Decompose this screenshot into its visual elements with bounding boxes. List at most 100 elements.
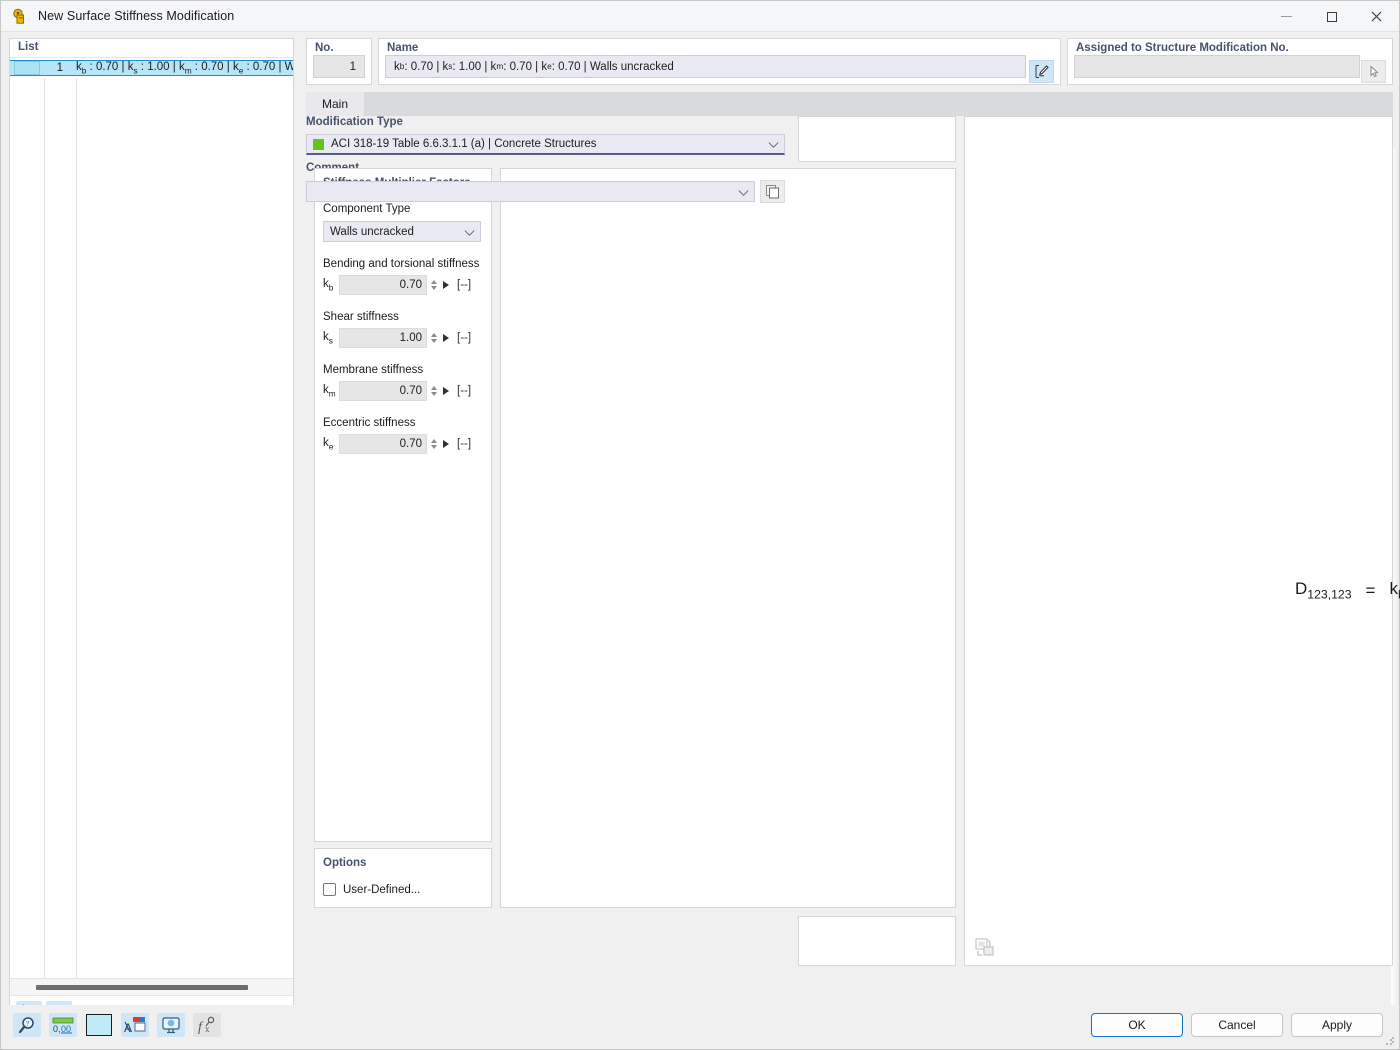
factor-symbol: kb: [323, 277, 334, 293]
decimal-places-button[interactable]: 0, 00: [49, 1013, 77, 1037]
factor-symbol: ks: [323, 330, 333, 346]
bending-stiffness-stepper[interactable]: [428, 275, 440, 295]
comment-side-panel: [798, 916, 956, 966]
dialog-buttons: OK Cancel Apply: [1083, 1013, 1383, 1037]
number-label: No.: [315, 42, 334, 54]
comment-value: [307, 184, 313, 196]
factor-label: Bending and torsional stiffness: [323, 258, 480, 270]
bending-stiffness-input[interactable]: 0.70: [339, 275, 427, 295]
membrane-stiffness-stepper[interactable]: [428, 381, 440, 401]
list-horizontal-scrollbar[interactable]: [10, 978, 293, 995]
user-defined-checkbox[interactable]: [323, 883, 336, 896]
window-controls: [1264, 1, 1399, 32]
color-swatch[interactable]: [86, 1014, 112, 1036]
eccentric-stiffness-more-icon[interactable]: [443, 440, 449, 448]
factor-group-bending: Bending and torsional stiffness kb 0.70 …: [323, 258, 481, 295]
formula-panel: D123,123 0 D123,678 D45,45 0 sym. D678,6…: [964, 116, 1400, 966]
list-header-label: List: [18, 41, 39, 53]
ok-button[interactable]: OK: [1091, 1013, 1183, 1037]
modification-type-label: Modification Type: [306, 116, 403, 128]
options-title: Options: [323, 857, 367, 869]
svg-text:f: f: [198, 1020, 204, 1034]
component-type-label: Component Type: [323, 203, 411, 215]
dialog-body: List 1 kb : 0.70 | ks : 1.00 | km : 0.70…: [1, 32, 1400, 1049]
resize-grip[interactable]: [1385, 1036, 1395, 1046]
user-defined-row[interactable]: User-Defined...: [323, 883, 481, 896]
factor-label: Membrane stiffness: [323, 364, 424, 376]
scrollbar-thumb[interactable]: [36, 984, 248, 990]
assigned-card: Assigned to Structure Modification No.: [1067, 38, 1393, 85]
modification-type-value: ACI 318-19 Table 6.6.3.1.1 (a) | Concret…: [331, 138, 597, 150]
chevron-down-icon: [738, 185, 749, 196]
membrane-stiffness-more-icon[interactable]: [443, 387, 449, 395]
list-area[interactable]: 1 kb : 0.70 | ks : 1.00 | km : 0.70 | ke…: [10, 57, 293, 978]
eccentric-stiffness-input[interactable]: 0.70: [339, 434, 427, 454]
edit-name-icon[interactable]: [1029, 60, 1054, 83]
list-panel: List 1 kb : 0.70 | ks : 1.00 | km : 0.70…: [9, 38, 294, 1030]
name-card: Name kb : 0.70 | ks : 1.00 | km : 0.70 |…: [378, 38, 1061, 85]
factor-label: Eccentric stiffness: [323, 417, 416, 429]
factor-group-eccentric: Eccentric stiffness ke 0.70 [--]: [323, 417, 481, 454]
chevron-down-icon: [768, 138, 779, 148]
comment-copy-icon[interactable]: [760, 180, 785, 203]
equation-coefficient: kb: [1389, 579, 1400, 601]
name-input[interactable]: kb : 0.70 | ks : 1.00 | km : 0.70 | ke :…: [385, 55, 1026, 78]
factor-unit: [--]: [457, 279, 472, 291]
name-label: Name: [387, 42, 419, 54]
main-content: Modification Type ACI 318-19 Table 6.6.3…: [306, 116, 1400, 997]
factor-group-shear: Shear stiffness ks 1.00 [--]: [323, 311, 481, 348]
comment-input[interactable]: [306, 181, 755, 202]
search-tool-button[interactable]: ?: [13, 1013, 41, 1037]
bottom-bar: ? 0, 00 A f x OK Cancel Apply: [1, 1005, 1399, 1049]
eccentric-stiffness-stepper[interactable]: [428, 434, 440, 454]
center-preview-panel: [500, 168, 956, 908]
formula-tool-button[interactable]: f x: [193, 1013, 221, 1037]
list-item-color-swatch: [14, 61, 40, 75]
formula-settings-icon[interactable]: [975, 937, 997, 957]
window-title: New Surface Stiffness Modification: [38, 9, 235, 23]
factor-symbol: km: [323, 383, 336, 399]
right-content: No. 1 Name kb : 0.70 | ks : 1.00 | km : …: [302, 32, 1400, 1049]
modification-type-select[interactable]: ACI 318-19 Table 6.6.3.1.1 (a) | Concret…: [306, 134, 785, 155]
modification-type-color-swatch: [313, 138, 324, 150]
assigned-input[interactable]: [1074, 55, 1360, 78]
app-icon: [12, 8, 29, 25]
bending-stiffness-more-icon[interactable]: [443, 281, 449, 289]
shear-stiffness-more-icon[interactable]: [443, 334, 449, 342]
factor-symbol: ke: [323, 436, 334, 452]
equation-lhs: D123,123: [1295, 579, 1352, 602]
help-display-button[interactable]: [157, 1013, 185, 1037]
options-panel: Options User-Defined...: [314, 848, 492, 908]
modification-type-side-panel: [798, 116, 956, 162]
shear-stiffness-input[interactable]: 1.00: [339, 328, 427, 348]
tab-strip: Main: [306, 92, 1393, 116]
color-swatch-button[interactable]: [85, 1013, 113, 1037]
stiffness-factors-panel: Stiffness Multiplier Factors Component T…: [314, 168, 492, 842]
tab-main[interactable]: Main: [306, 92, 364, 116]
label-display-button[interactable]: A: [121, 1013, 149, 1037]
number-field[interactable]: 1: [313, 55, 365, 78]
list-item-number: 1: [56, 62, 63, 74]
svg-text:?: ?: [26, 1020, 29, 1028]
pick-icon[interactable]: [1361, 60, 1386, 83]
factor-group-membrane: Membrane stiffness km 0.70 [--]: [323, 364, 481, 401]
list-item-description: kb : 0.70 | ks : 1.00 | km : 0.70 | ke :…: [76, 60, 293, 76]
svg-text:0,: 0,: [53, 1024, 61, 1034]
cancel-button[interactable]: Cancel: [1191, 1013, 1283, 1037]
close-button[interactable]: [1354, 1, 1399, 32]
chevron-down-icon: [464, 225, 475, 236]
component-type-select[interactable]: Walls uncracked: [323, 221, 481, 242]
shear-stiffness-stepper[interactable]: [428, 328, 440, 348]
dialog-window: New Surface Stiffness Modification List …: [0, 0, 1400, 1050]
equation-equals: =: [1365, 580, 1376, 600]
component-type-value: Walls uncracked: [330, 225, 414, 238]
maximize-button[interactable]: [1309, 1, 1354, 32]
user-defined-label: User-Defined...: [343, 883, 421, 896]
membrane-stiffness-input[interactable]: 0.70: [339, 381, 427, 401]
number-card: No. 1: [306, 38, 372, 85]
factor-label: Shear stiffness: [323, 311, 399, 323]
header-row: No. 1 Name kb : 0.70 | ks : 1.00 | km : …: [306, 38, 1393, 85]
apply-button[interactable]: Apply: [1291, 1013, 1383, 1037]
list-item[interactable]: 1 kb : 0.70 | ks : 1.00 | km : 0.70 | ke…: [10, 60, 293, 76]
minimize-button[interactable]: [1264, 1, 1309, 32]
